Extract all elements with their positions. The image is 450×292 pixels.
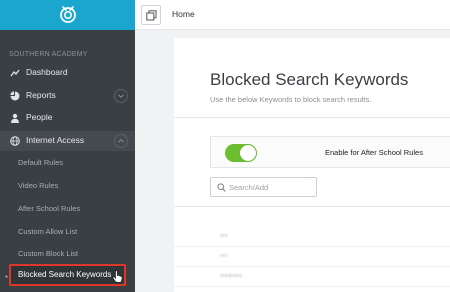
page-title: Blocked Search Keywords xyxy=(210,70,409,89)
hand-cursor-icon xyxy=(112,270,123,283)
keyword-row[interactable]: xxx xyxy=(174,247,450,267)
search-input[interactable] xyxy=(229,181,313,193)
divider xyxy=(174,206,450,207)
after-school-rule-card: Enable for After School Rules xyxy=(210,136,450,168)
sidebar-subitem-after-school-rules[interactable]: After School Rules xyxy=(0,199,135,219)
sidebar-item-internet-access[interactable]: Internet Access xyxy=(0,131,135,151)
sidebar-item-reports[interactable]: Reports xyxy=(0,86,135,106)
sidebar-item-label: Dashboard xyxy=(26,67,68,77)
sidebar-subitem-label: Default Rules xyxy=(18,158,64,167)
toggle-windows-button[interactable] xyxy=(141,5,161,25)
person-icon xyxy=(11,113,19,123)
sidebar-item-label: Internet Access xyxy=(26,135,85,145)
keyword-row[interactable]: marijuana xyxy=(174,267,450,287)
sidebar-subitem-custom-allow-list[interactable]: Custom Allow List xyxy=(0,222,135,242)
sidebar-subitem-label: Custom Allow List xyxy=(18,227,78,236)
trend-icon xyxy=(10,69,20,77)
sidebar-subitem-label: Video Rules xyxy=(18,181,59,190)
chevron-up-icon xyxy=(118,138,124,143)
toggle-knob xyxy=(240,145,256,161)
sidebar-item-dashboard[interactable]: Dashboard xyxy=(0,63,135,83)
top-bar: Home xyxy=(135,0,450,30)
after-school-toggle[interactable] xyxy=(225,144,257,162)
expand-reports-button[interactable] xyxy=(114,89,128,103)
logo-bar xyxy=(0,0,135,30)
sidebar-subitem-default-rules[interactable]: Default Rules xyxy=(0,153,135,173)
collapse-internet-access-button[interactable] xyxy=(114,134,128,148)
breadcrumb[interactable]: Home xyxy=(172,9,195,19)
keyword-text: xxx xyxy=(220,253,228,259)
search-icon xyxy=(217,183,226,192)
keyword-text: marijuana xyxy=(220,273,242,279)
active-bullet-icon: ● xyxy=(5,274,9,280)
pie-chart-icon xyxy=(10,91,20,101)
sidebar-item-label: Reports xyxy=(26,90,56,100)
sidebar-subitem-label: Custom Block List xyxy=(18,249,79,258)
sidebar-subitem-custom-block-list[interactable]: Custom Block List xyxy=(0,244,135,264)
app-logo-icon[interactable] xyxy=(58,4,78,24)
page-subtitle: Use the below Keywords to block search r… xyxy=(210,95,372,104)
toggle-label: Enable for After School Rules xyxy=(325,148,423,157)
organization-name: SOUTHERN ACADEMY xyxy=(9,51,88,58)
sidebar-item-label: People xyxy=(26,112,53,122)
sidebar-subitem-video-rules[interactable]: Video Rules xyxy=(0,176,135,196)
sidebar-item-people[interactable]: People xyxy=(0,108,135,128)
divider xyxy=(174,117,450,118)
chevron-down-icon xyxy=(118,94,124,99)
sidebar-subitem-label: After School Rules xyxy=(18,204,81,213)
main-panel: Blocked Search Keywords Use the below Ke… xyxy=(174,38,450,292)
sidebar-subitem-blocked-search-keywords[interactable]: Blocked Search Keywords xyxy=(9,264,126,286)
keyword-search-box[interactable] xyxy=(210,177,317,197)
keyword-text: sex xyxy=(220,233,228,239)
sidebar: SOUTHERN ACADEMY Dashboard Reports Peopl… xyxy=(0,0,135,292)
sidebar-subitem-label: Blocked Search Keywords xyxy=(18,270,112,279)
keyword-row[interactable]: sex xyxy=(174,227,450,247)
copy-window-icon xyxy=(146,10,157,21)
globe-icon xyxy=(10,136,20,146)
